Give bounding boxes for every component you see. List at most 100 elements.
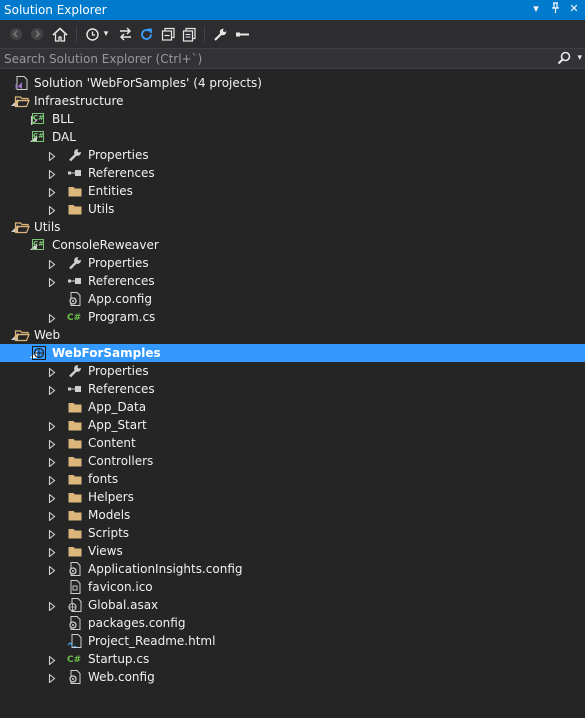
collapsed-arrow-icon[interactable]: [47, 564, 56, 576]
tree-item[interactable]: Web.config: [0, 668, 585, 686]
tree-item[interactable]: Project_Readme.html: [0, 632, 585, 650]
dropdown-arrow-icon[interactable]: ▾: [531, 2, 541, 16]
tree-item-label: Controllers: [88, 454, 154, 468]
tree-item[interactable]: Properties: [0, 146, 585, 164]
pin-icon[interactable]: [550, 2, 560, 16]
tree-item[interactable]: Properties: [0, 362, 585, 380]
search-options-icon[interactable]: ▾: [577, 53, 582, 63]
wrench-icon: [67, 255, 83, 271]
collapsed-arrow-icon[interactable]: [47, 258, 56, 270]
preview-icon[interactable]: [234, 26, 250, 42]
collapse-all-icon[interactable]: [160, 26, 176, 42]
references-icon: [67, 165, 83, 181]
collapsed-arrow-icon[interactable]: [47, 276, 56, 288]
collapsed-arrow-icon[interactable]: [47, 600, 56, 612]
search-input[interactable]: [4, 50, 544, 67]
folder-open-icon: [14, 327, 30, 343]
home-icon[interactable]: [51, 26, 69, 42]
tree-item[interactable]: References: [0, 164, 585, 182]
collapsed-arrow-icon[interactable]: [47, 168, 56, 180]
collapsed-arrow-icon[interactable]: [47, 492, 56, 504]
folder-icon: [67, 471, 83, 487]
tree-item[interactable]: C# Program.cs: [0, 308, 585, 326]
tree-item[interactable]: ApplicationInsights.config: [0, 560, 585, 578]
dropdown-icon[interactable]: ▾: [101, 26, 111, 42]
tree-item[interactable]: Utils: [0, 218, 585, 236]
collapsed-arrow-icon[interactable]: [47, 384, 56, 396]
show-all-files-icon[interactable]: [181, 26, 197, 42]
collapsed-arrow-icon[interactable]: [47, 438, 56, 450]
back-icon[interactable]: [8, 26, 24, 42]
tree-item[interactable]: C# ConsoleReweaver: [0, 236, 585, 254]
folder-icon: [67, 525, 83, 541]
tree-item-label: ConsoleReweaver: [52, 238, 159, 252]
tree-item[interactable]: Views: [0, 542, 585, 560]
collapsed-arrow-icon[interactable]: [47, 420, 56, 432]
history-icon[interactable]: [84, 26, 100, 42]
collapsed-arrow-icon[interactable]: [47, 528, 56, 540]
tree-item[interactable]: App_Start: [0, 416, 585, 434]
tree-item[interactable]: Entities: [0, 182, 585, 200]
references-icon: [67, 273, 83, 289]
folder-icon: [67, 417, 83, 433]
window-title: Solution Explorer: [4, 3, 107, 17]
sync-icon[interactable]: [117, 26, 133, 42]
properties-icon[interactable]: [212, 26, 228, 42]
tree-item-label: References: [88, 274, 155, 288]
collapsed-arrow-icon[interactable]: [47, 456, 56, 468]
tree-item[interactable]: C# DAL: [0, 128, 585, 146]
tree-item[interactable]: Properties: [0, 254, 585, 272]
tree-item[interactable]: Infraestructure: [0, 92, 585, 110]
tree-item-label: Properties: [88, 148, 149, 162]
collapsed-arrow-icon[interactable]: [47, 312, 56, 324]
solution-icon: [14, 75, 30, 91]
tree-item[interactable]: Utils: [0, 200, 585, 218]
tree-item-label: ApplicationInsights.config: [88, 562, 243, 576]
tree-item[interactable]: packages.config: [0, 614, 585, 632]
tree-item[interactable]: C# Startup.cs: [0, 650, 585, 668]
collapsed-arrow-icon[interactable]: [47, 654, 56, 666]
collapsed-arrow-icon[interactable]: [47, 474, 56, 486]
tree-item[interactable]: Controllers: [0, 452, 585, 470]
collapsed-arrow-icon[interactable]: [47, 204, 56, 216]
refresh-icon[interactable]: [138, 26, 154, 42]
tree-item-label: Project_Readme.html: [88, 634, 216, 648]
collapsed-arrow-icon[interactable]: [47, 150, 56, 162]
folder-icon: [67, 507, 83, 523]
title-bar: Solution Explorer ▾ ✕: [0, 0, 585, 20]
collapsed-arrow-icon[interactable]: [47, 186, 56, 198]
folder-icon: [67, 543, 83, 559]
tree-item[interactable]: App_Data: [0, 398, 585, 416]
tree-item[interactable]: Web: [0, 326, 585, 344]
search-icon[interactable]: [557, 51, 571, 68]
forward-icon[interactable]: [29, 26, 45, 42]
collapsed-arrow-icon[interactable]: [47, 366, 56, 378]
tree-item[interactable]: References: [0, 272, 585, 290]
tree-item[interactable]: Models: [0, 506, 585, 524]
tree-item-label: Program.cs: [88, 310, 156, 324]
tree-item[interactable]: C# BLL: [0, 110, 585, 128]
tree-item[interactable]: Helpers: [0, 488, 585, 506]
folder-open-icon: [14, 219, 30, 235]
tree-item[interactable]: App.config: [0, 290, 585, 308]
collapsed-arrow-icon[interactable]: [47, 672, 56, 684]
tree-item-label: App.config: [88, 292, 152, 306]
web-project-icon: [31, 345, 47, 361]
tree-item[interactable]: Solution 'WebForSamples' (4 projects): [0, 74, 585, 92]
collapsed-arrow-icon[interactable]: [47, 546, 56, 558]
tree-item-label: Properties: [88, 364, 149, 378]
collapsed-arrow-icon[interactable]: [47, 510, 56, 522]
asax-file-icon: [67, 597, 83, 613]
tree-item[interactable]: WebForSamples: [0, 344, 585, 362]
tree-item[interactable]: References: [0, 380, 585, 398]
folder-icon: [67, 435, 83, 451]
tree-item-label: Solution 'WebForSamples' (4 projects): [34, 76, 262, 90]
tree-item[interactable]: favicon.ico: [0, 578, 585, 596]
tree-item[interactable]: Global.asax: [0, 596, 585, 614]
tree-item-label: Entities: [88, 184, 133, 198]
tree-item[interactable]: fonts: [0, 470, 585, 488]
close-icon[interactable]: ✕: [569, 2, 579, 16]
tree-item[interactable]: Content: [0, 434, 585, 452]
folder-icon: [67, 201, 83, 217]
tree-item[interactable]: Scripts: [0, 524, 585, 542]
